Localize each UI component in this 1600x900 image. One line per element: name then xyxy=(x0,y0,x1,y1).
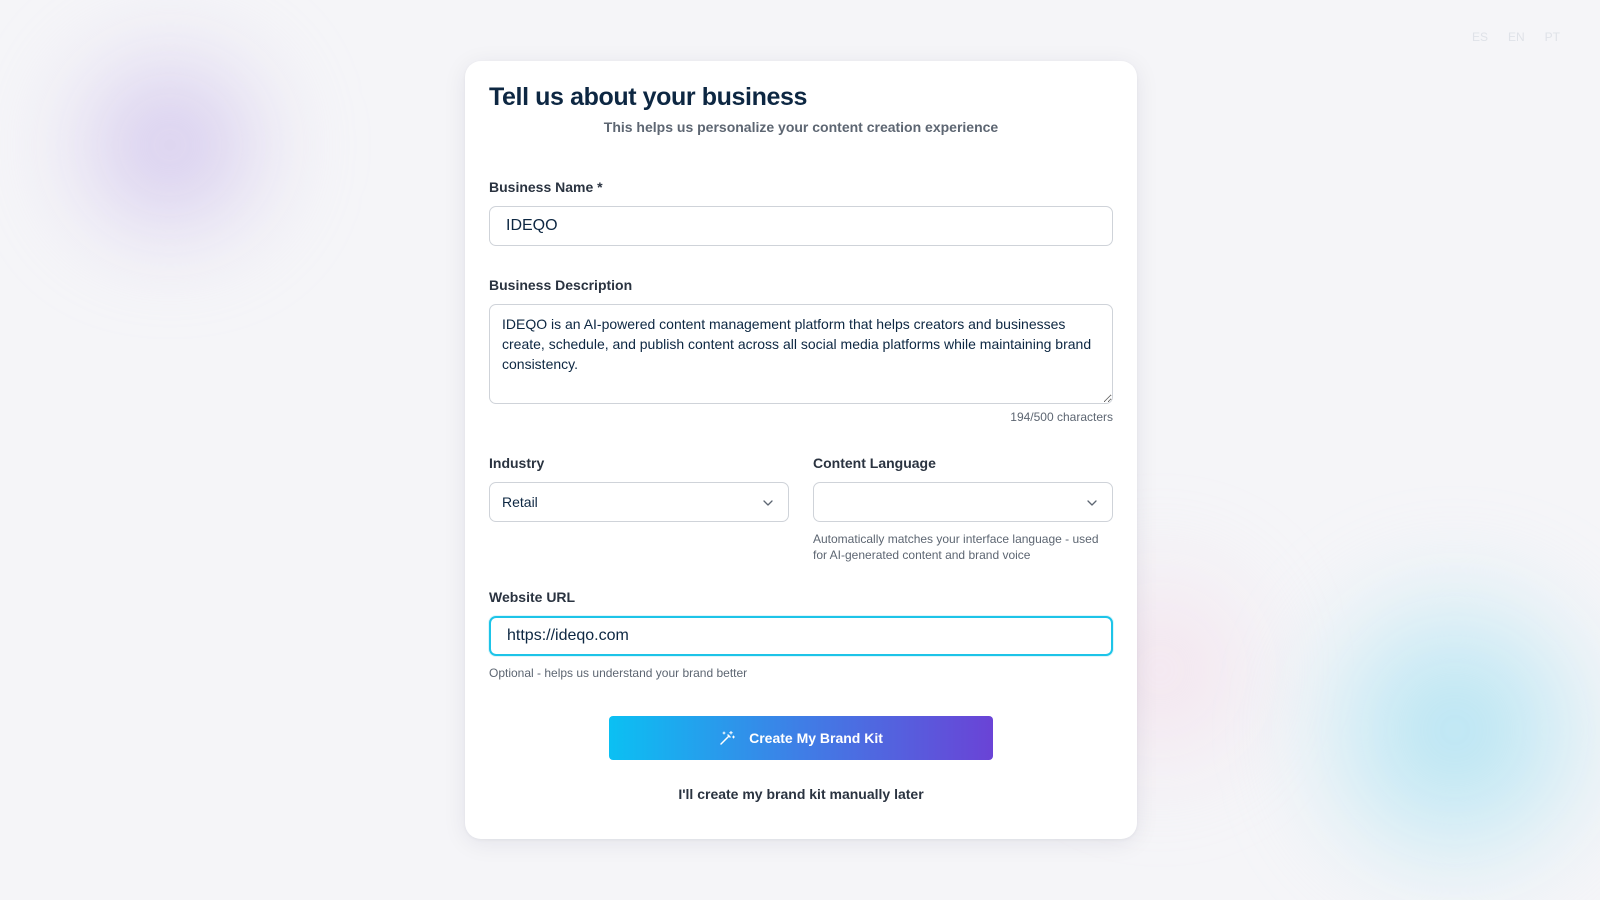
industry-selected-value: Retail xyxy=(502,494,538,510)
chevron-down-icon xyxy=(763,500,773,506)
business-name-label: Business Name * xyxy=(489,179,603,195)
business-name-input[interactable] xyxy=(489,206,1113,246)
business-name-group: Business Name * xyxy=(489,178,1113,246)
content-language-group: Content Language Automatically matches y… xyxy=(813,454,1113,563)
page-title: Tell us about your business xyxy=(489,83,807,111)
language-option-pt[interactable]: PT xyxy=(1545,30,1560,44)
industry-select[interactable]: Retail xyxy=(489,482,789,522)
content-language-help: Automatically matches your interface lan… xyxy=(813,532,1099,562)
content-language-select[interactable] xyxy=(813,482,1113,522)
language-switcher: ES EN PT xyxy=(1472,30,1560,44)
language-option-en[interactable]: EN xyxy=(1508,30,1525,44)
business-info-card: Tell us about your business This helps u… xyxy=(465,61,1137,839)
industry-group: Industry Retail xyxy=(489,454,789,563)
background-purple-glow xyxy=(40,30,300,260)
chevron-down-icon xyxy=(1087,500,1097,506)
magic-wand-icon xyxy=(720,730,736,745)
website-url-help: Optional - helps us understand your bran… xyxy=(489,666,748,680)
industry-language-row: Industry Retail Content Language Automat… xyxy=(489,454,1113,563)
business-description-label: Business Description xyxy=(489,277,633,293)
create-brand-kit-label: Create My Brand Kit xyxy=(749,730,883,746)
business-description-textarea[interactable]: IDEQO is an AI-powered content managemen… xyxy=(489,304,1113,404)
character-counter: 194/500 characters xyxy=(1010,410,1113,424)
content-language-label: Content Language xyxy=(813,455,936,471)
language-option-es[interactable]: ES xyxy=(1472,30,1488,44)
website-url-label: Website URL xyxy=(489,589,576,605)
website-url-group: Website URL Optional - helps us understa… xyxy=(489,588,1113,681)
page-subtitle: This helps us personalize your content c… xyxy=(603,119,999,135)
industry-label: Industry xyxy=(489,455,545,471)
website-url-input[interactable] xyxy=(489,616,1113,656)
background-cyan-glow xyxy=(1290,560,1600,900)
manual-brand-kit-link[interactable]: I'll create my brand kit manually later xyxy=(465,786,1137,802)
business-description-group: Business Description IDEQO is an AI-powe… xyxy=(489,276,1113,424)
create-brand-kit-button[interactable]: Create My Brand Kit xyxy=(609,716,993,760)
